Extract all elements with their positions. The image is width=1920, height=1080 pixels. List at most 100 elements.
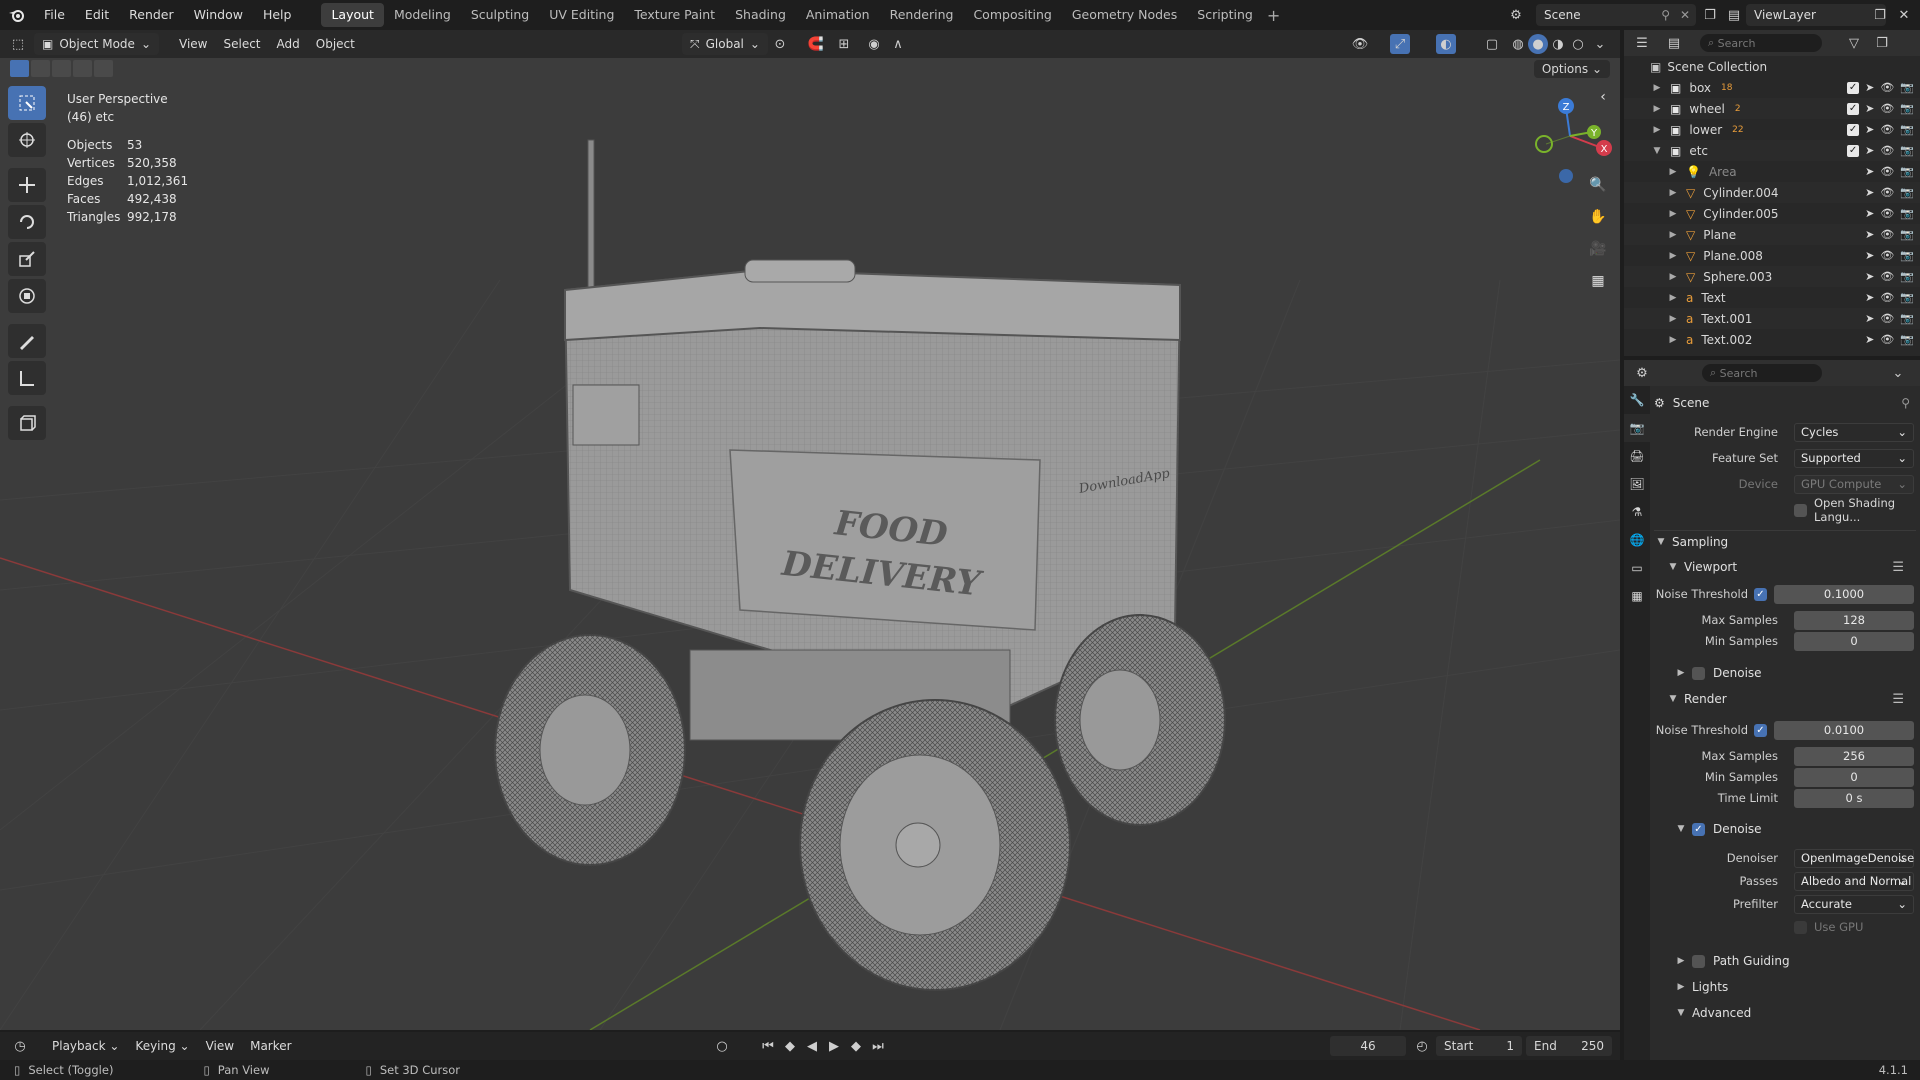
render-tab-icon[interactable]: 📷	[1624, 414, 1650, 442]
render-subpanel-header[interactable]: ▼ Render ☰	[1666, 688, 1920, 710]
feature-set-dropdown[interactable]: Supported ⌄	[1794, 448, 1914, 468]
add-cube-icon[interactable]	[8, 406, 46, 440]
menu-marker[interactable]: Marker	[242, 1035, 299, 1057]
render-toggle-icon[interactable]: 📷	[1900, 81, 1914, 94]
menu-keying[interactable]: Keying ⌄	[127, 1035, 197, 1057]
select-toggle-icon[interactable]: ➤	[1865, 333, 1874, 346]
viewport-min-samples-field[interactable]: 0	[1794, 631, 1914, 651]
tab-sculpting[interactable]: Sculpting	[461, 3, 539, 27]
select-invert-icon[interactable]	[73, 60, 92, 77]
select-toggle-icon[interactable]: ➤	[1865, 81, 1874, 94]
falloff-icon[interactable]: ∧	[888, 34, 908, 54]
outliner-item[interactable]: ▶ a Text.001 ➤ 👁 📷	[1624, 308, 1920, 329]
tab-scripting[interactable]: Scripting	[1187, 3, 1263, 27]
device-dropdown[interactable]: GPU Compute ⌄	[1794, 474, 1914, 494]
zoom-icon[interactable]: 🔍	[1583, 170, 1613, 200]
pin-icon[interactable]: ⚲	[1661, 8, 1670, 22]
new-collection-icon[interactable]: ❐	[1872, 33, 1892, 53]
render-toggle-icon[interactable]: 📷	[1900, 102, 1914, 115]
scene-icon[interactable]: ⚙	[1506, 5, 1526, 25]
menu-help[interactable]: Help	[253, 0, 302, 30]
tab-uv-editing[interactable]: UV Editing	[539, 3, 624, 27]
start-frame-field[interactable]: Start 1	[1436, 1036, 1522, 1056]
pin-icon[interactable]: ⚲	[1901, 396, 1910, 410]
select-toggle-icon[interactable]: ➤	[1865, 312, 1874, 325]
outliner-editor-icon[interactable]: ☰	[1632, 33, 1652, 53]
next-keyframe-icon[interactable]: ◆	[846, 1036, 866, 1056]
select-subtract-icon[interactable]	[52, 60, 71, 77]
menu-timeline-view[interactable]: View	[198, 1035, 242, 1057]
scene-tab-icon[interactable]: ⚗	[1624, 498, 1650, 526]
select-extend-icon[interactable]	[31, 60, 50, 77]
blender-logo-icon[interactable]	[0, 0, 34, 30]
3d-viewport[interactable]: FOOD DELIVERY DownloadApp ⬚ ▣ Object Mod…	[0, 30, 1620, 1030]
play-reverse-icon[interactable]: ◀	[802, 1036, 822, 1056]
render-toggle-icon[interactable]: 📷	[1900, 165, 1914, 178]
timeline-editor-icon[interactable]: ◷	[10, 1036, 30, 1056]
select-box-icon[interactable]	[8, 86, 46, 120]
select-toggle-icon[interactable]: ➤	[1865, 165, 1874, 178]
render-toggle-icon[interactable]: 📷	[1900, 291, 1914, 304]
shading-options-icon[interactable]: ⌄	[1590, 34, 1610, 54]
eye-icon[interactable]: 👁	[1880, 81, 1894, 94]
menu-object[interactable]: Object	[308, 33, 363, 55]
select-toggle-icon[interactable]: ➤	[1865, 207, 1874, 220]
select-toggle-icon[interactable]: ➤	[1865, 291, 1874, 304]
material-shading-icon[interactable]: ◑	[1548, 34, 1568, 54]
outliner-item[interactable]: ▶ ▣ wheel 2 ✓ ➤ 👁 📷	[1624, 98, 1920, 119]
tab-shading[interactable]: Shading	[725, 3, 796, 27]
denoiser-dropdown[interactable]: OpenImageDenoise ⌄	[1794, 848, 1914, 868]
outliner-root[interactable]: ▣ Scene Collection	[1624, 56, 1920, 77]
render-toggle-icon[interactable]: 📷	[1900, 228, 1914, 241]
select-toggle-icon[interactable]: ➤	[1865, 270, 1874, 283]
view-layer-tab-icon[interactable]: 🖼	[1624, 470, 1650, 498]
move-icon[interactable]	[8, 168, 46, 202]
render-toggle-icon[interactable]: 📷	[1900, 123, 1914, 136]
exclude-checkbox[interactable]: ✓	[1847, 81, 1860, 94]
chevron-right-icon[interactable]: ▶	[1650, 83, 1664, 93]
exclude-checkbox[interactable]: ✓	[1847, 144, 1860, 157]
properties-options-icon[interactable]: ⌄	[1888, 363, 1908, 383]
render-toggle-icon[interactable]: 📷	[1900, 249, 1914, 262]
eye-icon[interactable]: 👁	[1880, 270, 1894, 283]
annotate-icon[interactable]	[8, 324, 46, 358]
select-toggle-icon[interactable]: ➤	[1865, 249, 1874, 262]
eye-icon[interactable]: 👁	[1880, 249, 1894, 262]
chevron-right-icon[interactable]: ▶	[1666, 293, 1680, 303]
snap-target-icon[interactable]: ⊞	[834, 34, 854, 54]
render-min-samples-field[interactable]: 0	[1794, 767, 1914, 787]
new-scene-icon[interactable]: ❐	[1700, 5, 1720, 25]
viewport-subpanel-header[interactable]: ▼ Viewport ☰	[1666, 556, 1920, 578]
outliner-item[interactable]: ▶ a Text ➤ 👁 📷	[1624, 287, 1920, 308]
select-toggle-icon[interactable]: ➤	[1865, 228, 1874, 241]
passes-dropdown[interactable]: Albedo and Normal ⌄	[1794, 871, 1914, 891]
rotate-icon[interactable]	[8, 205, 46, 239]
eye-icon[interactable]: 👁	[1880, 165, 1894, 178]
outliner-item[interactable]: ▶ ▽ Sphere.003 ➤ 👁 📷	[1624, 266, 1920, 287]
eye-icon[interactable]: 👁	[1880, 144, 1894, 157]
render-max-samples-field[interactable]: 256	[1794, 746, 1914, 766]
render-toggle-icon[interactable]: 📷	[1900, 270, 1914, 283]
tab-animation[interactable]: Animation	[796, 3, 880, 27]
menu-file[interactable]: File	[34, 0, 75, 30]
prev-keyframe-icon[interactable]: ◆	[780, 1036, 800, 1056]
path-guiding-header[interactable]: ▶ Path Guiding	[1674, 950, 1920, 972]
outliner-item[interactable]: ▶ ▣ box 18 ✓ ➤ 👁 📷	[1624, 77, 1920, 98]
collection-tab-icon[interactable]: ▭	[1624, 554, 1650, 582]
outliner-item[interactable]: ▶ ▽ Cylinder.004 ➤ 👁 📷	[1624, 182, 1920, 203]
current-frame-field[interactable]: 46	[1330, 1036, 1406, 1056]
scene-selector[interactable]: Scene ⚲ ✕	[1536, 4, 1696, 26]
render-engine-dropdown[interactable]: Cycles ⌄	[1794, 422, 1914, 442]
tool-tab-icon[interactable]: 🔧	[1624, 386, 1650, 414]
outliner-item[interactable]: ▶ ▣ lower 22 ✓ ➤ 👁 📷	[1624, 119, 1920, 140]
outliner-item[interactable]: ▶ ▽ Cylinder.005 ➤ 👁 📷	[1624, 203, 1920, 224]
select-toggle-icon[interactable]: ➤	[1865, 144, 1874, 157]
eye-icon[interactable]: 👁	[1880, 312, 1894, 325]
select-toggle-icon[interactable]: ➤	[1865, 123, 1874, 136]
menu-render[interactable]: Render	[119, 0, 184, 30]
viewport-noise-field[interactable]: 0.1000	[1774, 584, 1914, 604]
select-toggle-icon[interactable]: ➤	[1865, 102, 1874, 115]
view-layer-icon[interactable]: ▤	[1724, 5, 1744, 25]
exclude-checkbox[interactable]: ✓	[1847, 102, 1860, 115]
camera-view-icon[interactable]: 🎥	[1583, 234, 1613, 264]
